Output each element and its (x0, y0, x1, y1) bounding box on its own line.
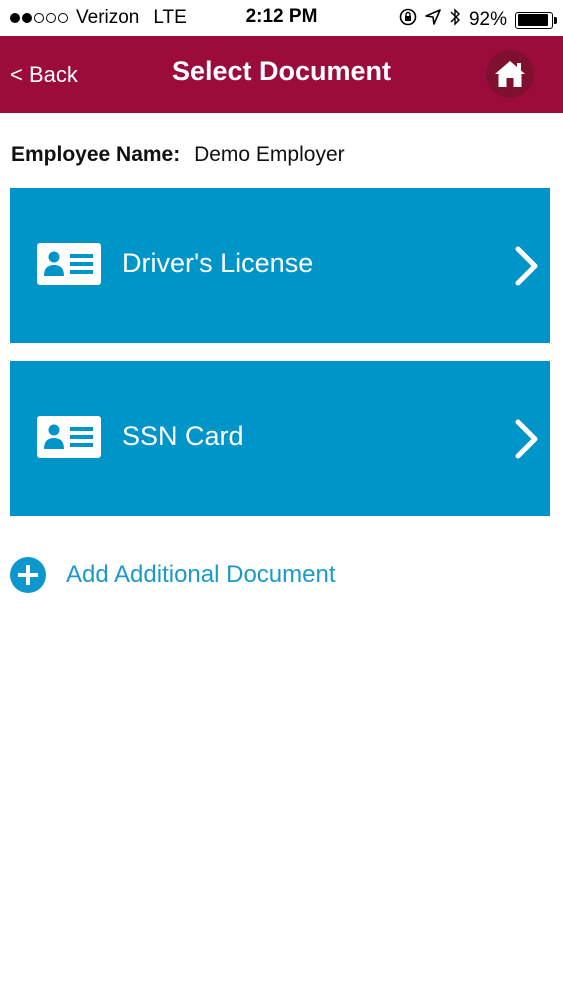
location-arrow-icon (425, 9, 441, 31)
document-label: Driver's License (122, 248, 314, 278)
home-button[interactable] (486, 50, 534, 98)
document-label: SSN Card (122, 421, 244, 451)
orientation-lock-icon (399, 8, 417, 32)
status-bar: Verizon LTE 2:12 PM 92% (0, 0, 563, 36)
add-document-button[interactable]: Add Additional Document (10, 557, 336, 593)
employee-name-label: Employee Name: (11, 143, 181, 166)
employee-name-row: Employee Name: Demo Employer (11, 143, 345, 167)
document-item-drivers-license[interactable]: Driver's License (10, 188, 550, 343)
id-card-icon (37, 416, 101, 458)
id-card-icon (37, 243, 101, 285)
employee-name-value: Demo Employer (194, 143, 345, 166)
document-item-ssn-card[interactable]: SSN Card (10, 361, 550, 516)
battery-icon (515, 11, 557, 29)
navigation-bar: < Back Select Document (0, 36, 563, 113)
plus-circle-icon (10, 557, 46, 593)
bluetooth-icon (449, 7, 461, 33)
add-document-label: Add Additional Document (66, 561, 336, 588)
chevron-right-icon (515, 246, 538, 286)
status-right: 92% (399, 7, 557, 33)
home-icon (495, 61, 525, 87)
page-title: Select Document (171, 56, 392, 86)
chevron-right-icon (515, 419, 538, 459)
battery-percent: 92% (468, 9, 507, 30)
